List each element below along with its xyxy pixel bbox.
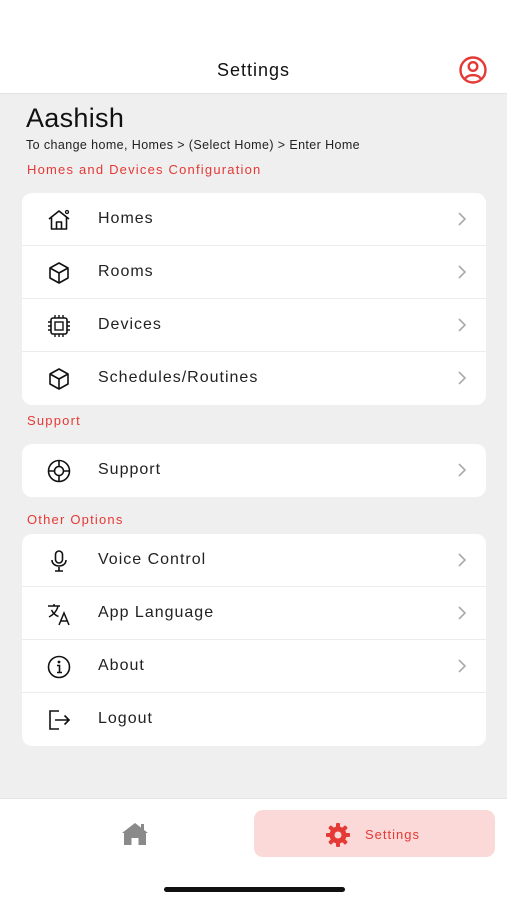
settings-item-label: About [98, 657, 145, 674]
settings-item-about[interactable]: About [22, 640, 486, 693]
chevron-right-icon [458, 659, 467, 673]
chevron-right-icon [458, 265, 467, 279]
support-card: Support [22, 444, 486, 497]
settings-item-devices[interactable]: Devices [22, 299, 486, 352]
settings-item-rooms[interactable]: Rooms [22, 246, 486, 299]
settings-item-homes[interactable]: Homes [22, 193, 486, 246]
settings-item-label: Schedules/Routines [98, 369, 259, 386]
section-label-other-options: Other Options [27, 512, 124, 527]
home-filled-icon[interactable] [110, 819, 160, 849]
settings-item-support[interactable]: Support [22, 444, 486, 497]
top-app-bar: Settings [0, 0, 507, 94]
section-label-homes-devices: Homes and Devices Configuration [27, 162, 262, 177]
settings-item-voice-control[interactable]: Voice Control [22, 534, 486, 587]
chip-icon [48, 315, 70, 337]
chevron-right-icon [458, 606, 467, 620]
microphone-icon [51, 550, 67, 572]
settings-item-label: Voice Control [98, 551, 207, 568]
home-change-hint: To change home, Homes > (Select Home) > … [26, 138, 361, 152]
chevron-right-icon [458, 318, 467, 332]
tab-settings[interactable]: Settings [254, 810, 495, 857]
translate-icon [48, 604, 70, 626]
logout-icon [49, 710, 71, 730]
home-indicator [164, 887, 345, 892]
settings-item-label: Devices [98, 316, 162, 333]
user-circle-icon[interactable] [458, 55, 488, 85]
settings-item-label: App Language [98, 604, 215, 621]
lifebuoy-icon [47, 459, 71, 483]
settings-item-logout[interactable]: Logout [22, 693, 486, 746]
other-options-card: Voice Control App Language About Logout [22, 534, 486, 746]
cube-icon [49, 262, 69, 284]
settings-item-schedules[interactable]: Schedules/Routines [22, 352, 486, 405]
settings-item-label: Rooms [98, 263, 154, 280]
bottom-nav: Settings [0, 798, 507, 900]
settings-item-label: Support [98, 461, 162, 478]
user-name: Aashish [26, 103, 125, 133]
homes-devices-card: Homes Rooms Devices Schedules/Routines [22, 193, 486, 405]
chevron-right-icon [458, 463, 467, 477]
info-icon [47, 655, 71, 679]
section-label-support: Support [27, 413, 81, 428]
settings-item-label: Logout [98, 710, 153, 727]
cube-icon [49, 368, 69, 390]
settings-item-app-language[interactable]: App Language [22, 587, 486, 640]
chevron-right-icon [458, 212, 467, 226]
chevron-right-icon [458, 553, 467, 567]
gear-icon [326, 823, 350, 847]
chevron-right-icon [458, 371, 467, 385]
tab-settings-label: Settings [365, 827, 420, 842]
settings-item-label: Homes [98, 210, 154, 227]
home-icon [48, 209, 70, 230]
page-title: Settings [216, 60, 291, 80]
